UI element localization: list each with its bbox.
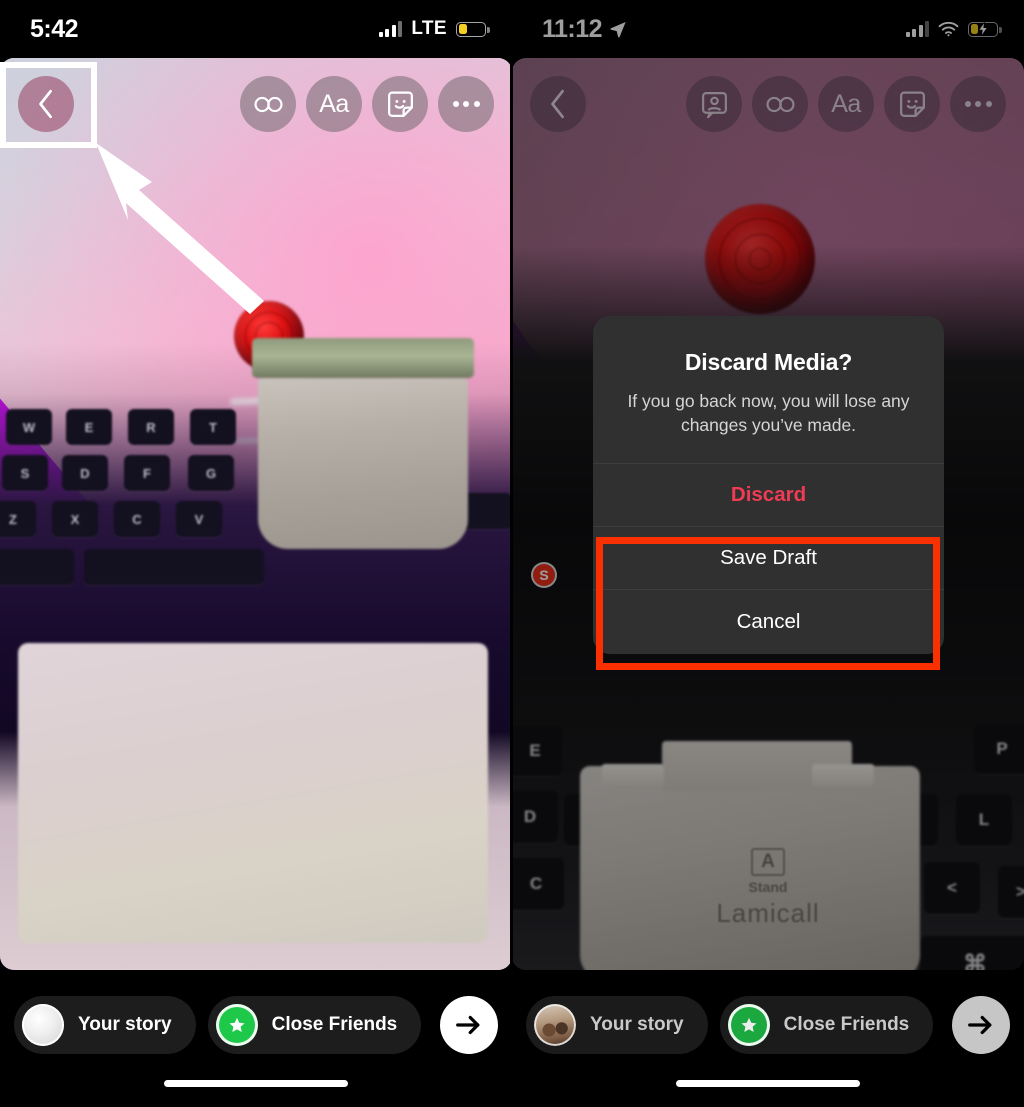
- annotation-highlight-discard-actions: [596, 537, 940, 670]
- annotation-highlight-back-button: [0, 62, 97, 148]
- screenshot-root: W E R T S D F G Z X C V 5:42 LTE Aa Your…: [0, 0, 1024, 1107]
